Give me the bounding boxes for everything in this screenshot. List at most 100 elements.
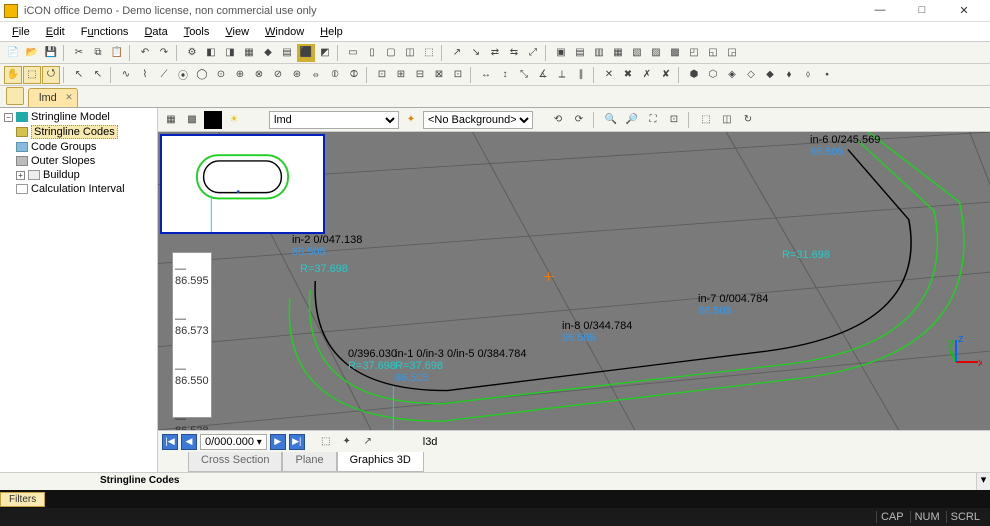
tool-icon[interactable]: ◲	[723, 44, 741, 62]
menu-help[interactable]: Help	[314, 24, 349, 40]
tool-icon[interactable]: ▨	[647, 44, 665, 62]
close-button[interactable]: ✕	[950, 4, 978, 17]
vp-tool-icon[interactable]	[204, 111, 222, 129]
nav-prev-icon[interactable]: ◀	[181, 434, 197, 450]
snap-icon[interactable]: ⊡	[373, 66, 391, 84]
tool-icon[interactable]: ▧	[628, 44, 646, 62]
menu-edit[interactable]: Edit	[40, 24, 71, 40]
measure-icon[interactable]: ∡	[534, 66, 552, 84]
view-icon[interactable]: ◆	[761, 66, 779, 84]
snap-icon[interactable]: ⊟	[411, 66, 429, 84]
tool-icon[interactable]: ◫	[401, 44, 419, 62]
filters-tab[interactable]: Filters	[0, 492, 45, 507]
tree-item-codes[interactable]: Stringline Codes	[16, 124, 155, 140]
select-icon[interactable]: ⬚	[23, 66, 41, 84]
menu-file[interactable]: File	[6, 24, 36, 40]
view-icon[interactable]: ◈	[723, 66, 741, 84]
snap-icon[interactable]: ⊡	[449, 66, 467, 84]
pan-icon[interactable]: ✋	[4, 66, 22, 84]
tool-icon[interactable]: ⬛	[297, 44, 315, 62]
tab-cross-section[interactable]: Cross Section	[188, 452, 282, 472]
draw-icon[interactable]: ⊘	[269, 66, 287, 84]
cube-icon[interactable]: ◫	[718, 111, 736, 129]
tool-icon[interactable]: ◰	[685, 44, 703, 62]
chainage-field[interactable]: 0/000.000 ▾	[200, 434, 267, 450]
tool-icon[interactable]: ◨	[221, 44, 239, 62]
tab-plane[interactable]: Plane	[282, 452, 336, 472]
draw-icon[interactable]: ◯	[193, 66, 211, 84]
draw-icon[interactable]: ⌇	[136, 66, 154, 84]
zoom-in-icon[interactable]: 🔍	[602, 111, 620, 129]
snap-icon[interactable]: ⊞	[392, 66, 410, 84]
vp-tool-icon[interactable]: ▦	[162, 111, 180, 129]
mod-icon[interactable]: ✖	[619, 66, 637, 84]
measure-icon[interactable]: ↕	[496, 66, 514, 84]
tool-icon[interactable]: ▤	[278, 44, 296, 62]
draw-icon[interactable]: ⊛	[288, 66, 306, 84]
menu-window[interactable]: Window	[259, 24, 310, 40]
snap-icon[interactable]: ⊠	[430, 66, 448, 84]
cut-icon[interactable]: ✂	[70, 44, 88, 62]
save-icon[interactable]: 💾	[42, 44, 60, 62]
document-tab[interactable]: lmd ✕	[28, 88, 78, 107]
menu-tools[interactable]: Tools	[178, 24, 216, 40]
background-combo[interactable]: <No Background>	[423, 111, 533, 129]
redo-icon[interactable]: ↷	[155, 44, 173, 62]
measure-icon[interactable]: ⤡	[515, 66, 533, 84]
view-icon[interactable]: ⬢	[685, 66, 703, 84]
view-icon[interactable]: ⬧	[780, 66, 798, 84]
close-tab-icon[interactable]: ✕	[65, 92, 73, 103]
measure-icon[interactable]: ⟂	[553, 66, 571, 84]
draw-icon[interactable]: ⊗	[250, 66, 268, 84]
collapse-arrow-icon[interactable]: ▾	[976, 473, 990, 490]
tool-icon[interactable]: ◱	[704, 44, 722, 62]
tool-icon[interactable]: ▯	[363, 44, 381, 62]
vp-tool-icon[interactable]: ⟲	[549, 111, 567, 129]
collapse-icon[interactable]: −	[4, 113, 13, 122]
tool-icon[interactable]: ▩	[666, 44, 684, 62]
cube-icon[interactable]: ⬚	[697, 111, 715, 129]
tool-icon[interactable]: ↗	[448, 44, 466, 62]
view-icon[interactable]: ◇	[742, 66, 760, 84]
paste-icon[interactable]: 📋	[108, 44, 126, 62]
draw-icon[interactable]: ⊙	[212, 66, 230, 84]
tool-icon[interactable]: ◆	[259, 44, 277, 62]
mod-icon[interactable]: ✘	[657, 66, 675, 84]
tool-icon[interactable]: ▭	[344, 44, 362, 62]
draw-icon[interactable]: ⟋	[155, 66, 173, 84]
measure-icon[interactable]: ∥	[572, 66, 590, 84]
footer-tool-icon[interactable]: ↗	[359, 433, 377, 451]
tool-icon[interactable]: ▤	[571, 44, 589, 62]
draw-icon[interactable]: ⦵	[307, 66, 325, 84]
zoom-extents-icon[interactable]: ⛶	[644, 111, 662, 129]
tree-item-calc[interactable]: Calculation Interval	[16, 182, 155, 196]
view-icon[interactable]: ⬡	[704, 66, 722, 84]
tool-icon[interactable]: ◩	[316, 44, 334, 62]
tab-icon[interactable]	[6, 87, 24, 105]
tool-icon[interactable]: ⇆	[505, 44, 523, 62]
vp-tool-icon[interactable]: ▩	[183, 111, 201, 129]
tool-icon[interactable]: ⚙	[183, 44, 201, 62]
expand-icon[interactable]: +	[16, 171, 25, 180]
viewport-3d[interactable]: —86.595—86.573—86.550—86.528—86.505 in-2…	[158, 132, 990, 430]
rotate-icon[interactable]: ⭯	[42, 66, 60, 84]
new-icon[interactable]: 📄	[4, 44, 22, 62]
tree-item-groups[interactable]: Code Groups	[16, 140, 155, 154]
tab-graphics-3d[interactable]: Graphics 3D	[337, 452, 424, 472]
tree-item-slopes[interactable]: Outer Slopes	[16, 154, 155, 168]
mod-icon[interactable]: ✕	[600, 66, 618, 84]
nav-next-icon[interactable]: ▶	[270, 434, 286, 450]
draw-icon[interactable]: ∿	[117, 66, 135, 84]
tool-icon[interactable]: ▦	[240, 44, 258, 62]
measure-icon[interactable]: ↔	[477, 66, 495, 84]
menu-view[interactable]: View	[219, 24, 255, 40]
vp-tool-icon[interactable]: ✦	[402, 111, 420, 129]
tool-icon[interactable]: ▣	[552, 44, 570, 62]
minimap[interactable]	[160, 134, 325, 234]
tool-icon[interactable]: ▢	[382, 44, 400, 62]
zoom-icon[interactable]: ⊡	[665, 111, 683, 129]
pointer-icon[interactable]: ↖	[70, 66, 88, 84]
tool-icon[interactable]: ⬚	[420, 44, 438, 62]
vp-tool-icon[interactable]: ⟳	[570, 111, 588, 129]
draw-icon[interactable]: ⦿	[174, 66, 192, 84]
